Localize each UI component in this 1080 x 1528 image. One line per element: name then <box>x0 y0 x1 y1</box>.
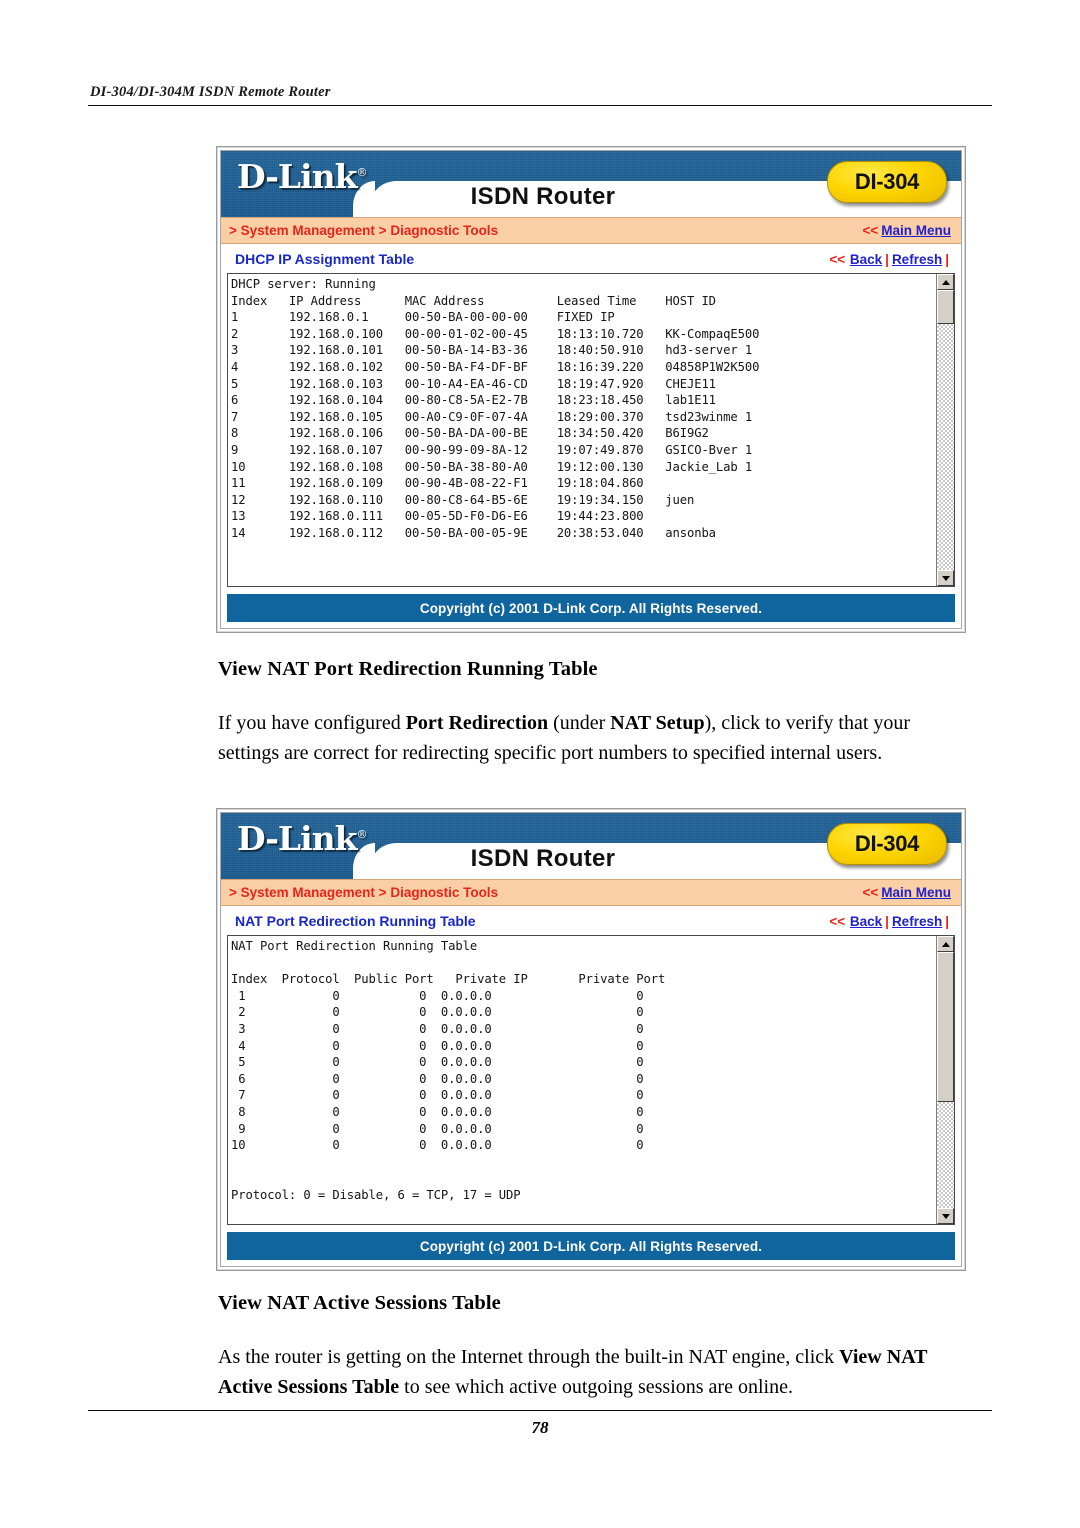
vertical-scrollbar[interactable] <box>936 274 954 586</box>
model-badge: DI-304 <box>827 823 947 865</box>
section-paragraph-nat-port-redirection: If you have configured Port Redirection … <box>218 708 948 768</box>
scrollbar-track[interactable] <box>937 290 954 570</box>
main-menu-link[interactable]: Main Menu <box>881 885 951 900</box>
paragraph-bold-1: Port Redirection <box>405 712 549 734</box>
chevron-left-double-icon: << <box>829 913 846 929</box>
page-number: 78 <box>531 1418 549 1437</box>
terminal-output-panel: NAT Port Redirection Running Table Index… <box>227 935 955 1225</box>
link-separator: | <box>885 251 889 267</box>
scroll-up-button[interactable] <box>937 936 954 952</box>
page-title: NAT Port Redirection Running Table <box>235 913 476 929</box>
vertical-scrollbar[interactable] <box>936 936 954 1224</box>
arrow-up-icon <box>941 279 950 285</box>
paragraph-text-2: (under <box>548 712 611 734</box>
panel-inner: D-Link® ISDN Router DI-304 > System Mana… <box>220 812 962 1267</box>
refresh-link[interactable]: Refresh <box>892 914 942 929</box>
terminal-text: DHCP server: Running Index IP Address MA… <box>231 277 760 540</box>
sub-title-bar: DHCP IP Assignment Table << Back | Refresh… <box>221 244 961 273</box>
footer-rule <box>88 1410 992 1411</box>
breadcrumb[interactable]: > System Management > Diagnostic Tools <box>229 223 498 238</box>
scroll-up-button[interactable] <box>937 274 954 290</box>
running-header-rule <box>88 105 992 106</box>
scroll-down-button[interactable] <box>937 570 954 586</box>
paragraph-text-1: As the router is getting on the Internet… <box>218 1346 840 1368</box>
scroll-down-button[interactable] <box>937 1208 954 1224</box>
main-menu-link[interactable]: Main Menu <box>881 223 951 238</box>
arrow-down-icon <box>941 1213 950 1219</box>
back-link[interactable]: Back <box>850 252 882 267</box>
paragraph-text-2: to see which active outgoing sessions ar… <box>399 1376 793 1398</box>
link-separator: | <box>885 913 889 929</box>
router-screenshot-nat-port-redirection: D-Link® ISDN Router DI-304 > System Mana… <box>216 808 966 1271</box>
chevron-left-double-icon: << <box>862 885 879 900</box>
section-heading-nat-active-sessions: View NAT Active Sessions Table <box>218 1292 501 1314</box>
scrollbar-track[interactable] <box>937 952 954 1208</box>
brand-header-bar: D-Link® ISDN Router DI-304 <box>221 813 961 879</box>
panel-inner: D-Link® ISDN Router DI-304 > System Mana… <box>220 150 962 629</box>
copyright-bar: Copyright (c) 2001 D-Link Corp. All Righ… <box>227 594 955 622</box>
arrow-down-icon <box>941 575 950 581</box>
paragraph-bold-2: NAT Setup <box>610 712 705 734</box>
brand-header-bar: D-Link® ISDN Router DI-304 <box>221 151 961 217</box>
scrollbar-thumb[interactable] <box>937 290 954 324</box>
link-trailing-separator: | <box>945 913 949 929</box>
arrow-up-icon <box>941 941 950 947</box>
running-header: DI-304/DI-304M ISDN Remote Router <box>88 84 992 106</box>
breadcrumb-bar: > System Management > Diagnostic Tools <… <box>221 217 961 244</box>
breadcrumb-bar: > System Management > Diagnostic Tools <… <box>221 879 961 906</box>
copyright-bar: Copyright (c) 2001 D-Link Corp. All Righ… <box>227 1232 955 1260</box>
model-badge: DI-304 <box>827 161 947 203</box>
terminal-text: NAT Port Redirection Running Table Index… <box>231 939 666 1202</box>
terminal-output-panel: DHCP server: Running Index IP Address MA… <box>227 273 955 587</box>
breadcrumb[interactable]: > System Management > Diagnostic Tools <box>229 885 498 900</box>
paragraph-text-1: If you have configured <box>218 712 406 734</box>
running-header-text: DI-304/DI-304M ISDN Remote Router <box>90 84 331 100</box>
registered-mark-icon: ® <box>356 828 368 841</box>
back-link[interactable]: Back <box>850 914 882 929</box>
refresh-link[interactable]: Refresh <box>892 252 942 267</box>
page-title: DHCP IP Assignment Table <box>235 251 415 267</box>
chevron-left-double-icon: << <box>862 223 879 238</box>
main-menu-link-group[interactable]: << Main Menu <box>862 223 951 238</box>
main-menu-link-group[interactable]: << Main Menu <box>862 885 951 900</box>
sub-title-bar: NAT Port Redirection Running Table << Ba… <box>221 906 961 935</box>
section-paragraph-nat-active-sessions: As the router is getting on the Internet… <box>218 1342 958 1402</box>
section-heading-nat-port-redirection: View NAT Port Redirection Running Table <box>218 658 598 680</box>
registered-mark-icon: ® <box>356 166 368 179</box>
page-action-links[interactable]: << Back | Refresh | <box>829 914 951 929</box>
scrollbar-thumb[interactable] <box>937 952 954 1102</box>
chevron-left-double-icon: << <box>829 251 846 267</box>
router-screenshot-dhcp: D-Link® ISDN Router DI-304 > System Mana… <box>216 146 966 633</box>
page-action-links[interactable]: << Back | Refresh | <box>829 252 951 267</box>
link-trailing-separator: | <box>945 251 949 267</box>
